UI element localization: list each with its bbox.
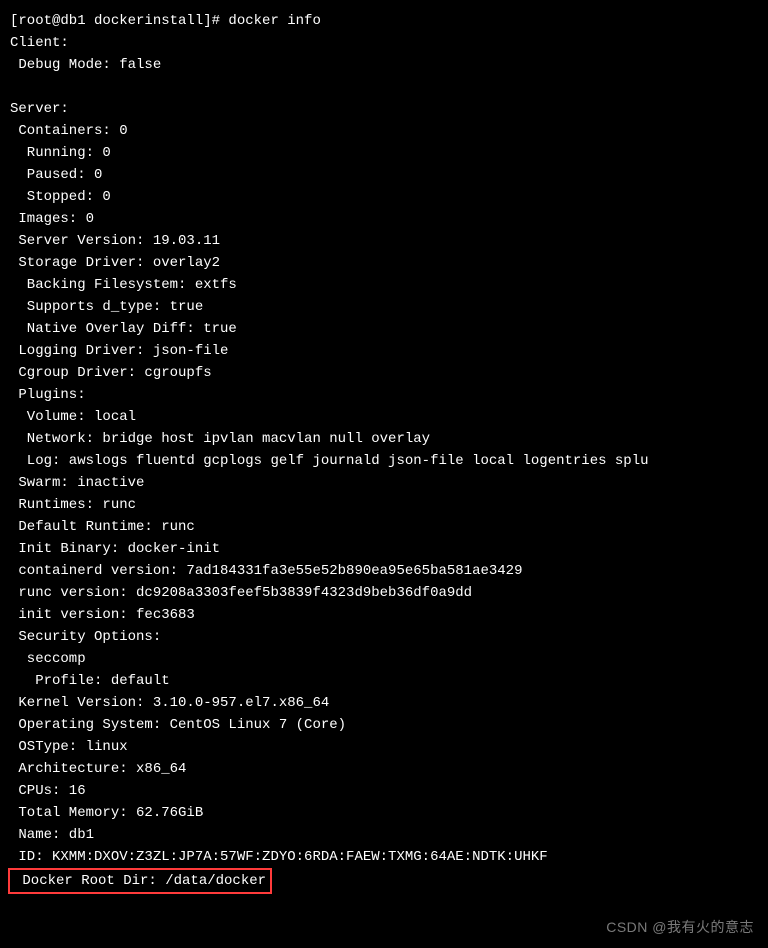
security-options: Security Options: [10,626,758,648]
cpus: CPUs: 16 [10,780,758,802]
blank-line [10,76,758,98]
kernel-version: Kernel Version: 3.10.0-957.el7.x86_64 [10,692,758,714]
logging-driver: Logging Driver: json-file [10,340,758,362]
total-memory: Total Memory: 62.76GiB [10,802,758,824]
name: Name: db1 [10,824,758,846]
server-containers: Containers: 0 [10,120,758,142]
cgroup-driver: Cgroup Driver: cgroupfs [10,362,758,384]
plugins-volume: Volume: local [10,406,758,428]
client-header: Client: [10,32,758,54]
server-version: Server Version: 19.03.11 [10,230,758,252]
server-running: Running: 0 [10,142,758,164]
shell-prompt[interactable]: [root@db1 dockerinstall]# docker info [10,10,758,32]
seccomp: seccomp [10,648,758,670]
id: ID: KXMM:DXOV:Z3ZL:JP7A:57WF:ZDYO:6RDA:F… [10,846,758,868]
backing-filesystem: Backing Filesystem: extfs [10,274,758,296]
native-overlay-diff: Native Overlay Diff: true [10,318,758,340]
init-binary: Init Binary: docker-init [10,538,758,560]
client-debug-mode: Debug Mode: false [10,54,758,76]
init-version: init version: fec3683 [10,604,758,626]
docker-root-dir-row: Docker Root Dir: /data/docker [10,868,758,894]
swarm: Swarm: inactive [10,472,758,494]
server-stopped: Stopped: 0 [10,186,758,208]
server-images: Images: 0 [10,208,758,230]
default-runtime: Default Runtime: runc [10,516,758,538]
runc-version: runc version: dc9208a3303feef5b3839f4323… [10,582,758,604]
containerd-version: containerd version: 7ad184331fa3e55e52b8… [10,560,758,582]
watermark-text: CSDN @我有火的意志 [606,916,754,938]
architecture: Architecture: x86_64 [10,758,758,780]
plugins-network: Network: bridge host ipvlan macvlan null… [10,428,758,450]
supports-dtype: Supports d_type: true [10,296,758,318]
seccomp-profile: Profile: default [10,670,758,692]
runtimes: Runtimes: runc [10,494,758,516]
plugins-header: Plugins: [10,384,758,406]
server-paused: Paused: 0 [10,164,758,186]
storage-driver: Storage Driver: overlay2 [10,252,758,274]
plugins-log: Log: awslogs fluentd gcplogs gelf journa… [10,450,758,472]
os-type: OSType: linux [10,736,758,758]
server-header: Server: [10,98,758,120]
docker-root-dir-highlight: Docker Root Dir: /data/docker [8,868,272,894]
operating-system: Operating System: CentOS Linux 7 (Core) [10,714,758,736]
